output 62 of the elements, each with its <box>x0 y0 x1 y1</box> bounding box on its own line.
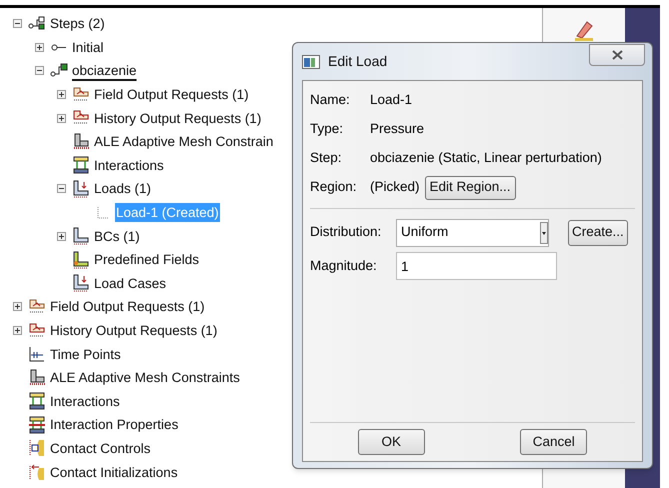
collapse-toggle[interactable] <box>13 19 22 28</box>
dialog-button[interactable]: Cancel <box>520 429 588 455</box>
bracket-load-icon <box>72 180 90 198</box>
tree-item[interactable]: Steps (2) <box>49 14 106 34</box>
dialog-button[interactable]: Edit Region... <box>424 176 516 200</box>
tree-item[interactable]: Field Output Requests (1) <box>93 85 250 104</box>
blocks-icon <box>28 368 46 387</box>
tree-item[interactable]: Interaction Properties <box>49 415 180 434</box>
tree-item[interactable]: obciazenie <box>71 61 138 80</box>
close-icon <box>612 50 622 60</box>
collapse-toggle[interactable] <box>57 184 66 194</box>
window-title: Edit Load <box>328 52 388 71</box>
plates-icon <box>28 392 46 410</box>
tree-item[interactable]: Interactions <box>49 392 121 411</box>
expand-toggle[interactable] <box>35 42 44 52</box>
dialog-button[interactable]: Create... <box>568 220 628 246</box>
field-label: Name: <box>310 91 351 110</box>
tree-item[interactable]: History Output Requests (1) <box>93 108 262 128</box>
dropdown[interactable]: Uniform <box>396 218 549 246</box>
tree-item[interactable]: Time Points <box>49 344 122 364</box>
tree-item[interactable]: Field Output Requests (1) <box>49 297 206 316</box>
timeline-icon <box>28 345 46 364</box>
tree-item[interactable]: Contact Initializations <box>49 462 179 482</box>
input-field[interactable]: 1 <box>396 252 557 280</box>
connector-line <box>97 206 109 219</box>
tree-item[interactable]: Load Cases <box>93 274 168 293</box>
close-button[interactable] <box>589 44 645 66</box>
dialog-button[interactable]: OK <box>358 429 425 455</box>
tree-item[interactable]: Predefined Fields <box>93 250 200 270</box>
tree-item[interactable]: ALE Adaptive Mesh Constrain <box>93 132 274 152</box>
plates-icon <box>72 156 90 174</box>
field-label: Type: <box>310 120 344 138</box>
bracket-icon <box>72 250 90 269</box>
tree-item[interactable]: Loads (1) <box>93 179 152 198</box>
collapse-toggle[interactable] <box>35 66 44 76</box>
expand-toggle[interactable] <box>57 232 66 241</box>
tree-item[interactable]: Contact Controls <box>49 438 152 458</box>
field-label: Distribution: <box>310 223 382 242</box>
tree-item[interactable]: Interactions <box>93 156 165 175</box>
field-label: Step: <box>310 149 343 168</box>
contact-icon <box>28 463 46 482</box>
pin-icon <box>51 44 67 51</box>
plates-icon <box>28 416 46 434</box>
contact-icon <box>28 439 46 458</box>
blocks-icon <box>72 132 90 151</box>
expand-toggle[interactable] <box>13 302 22 312</box>
tree-item[interactable]: Initial <box>71 38 105 57</box>
tree-item[interactable]: BCs (1) <box>93 226 141 246</box>
bracket-icon <box>72 227 90 246</box>
bracket-load-icon <box>72 274 90 292</box>
tree-item[interactable]: ALE Adaptive Mesh Constraints <box>49 368 241 388</box>
expand-toggle[interactable] <box>13 326 22 336</box>
field-value: obciazenie (Static, Linear perturbation) <box>370 149 602 168</box>
field-label: Region: <box>310 178 358 196</box>
window-icon <box>302 54 320 68</box>
field-value: (Picked) <box>370 178 420 196</box>
field-value: Load-1 <box>370 91 412 110</box>
tree-item[interactable]: History Output Requests (1) <box>49 321 218 340</box>
field-value: Pressure <box>370 120 424 138</box>
expand-toggle[interactable] <box>57 114 66 123</box>
expand-toggle[interactable] <box>57 90 66 100</box>
field-label: Magnitude: <box>310 256 378 275</box>
